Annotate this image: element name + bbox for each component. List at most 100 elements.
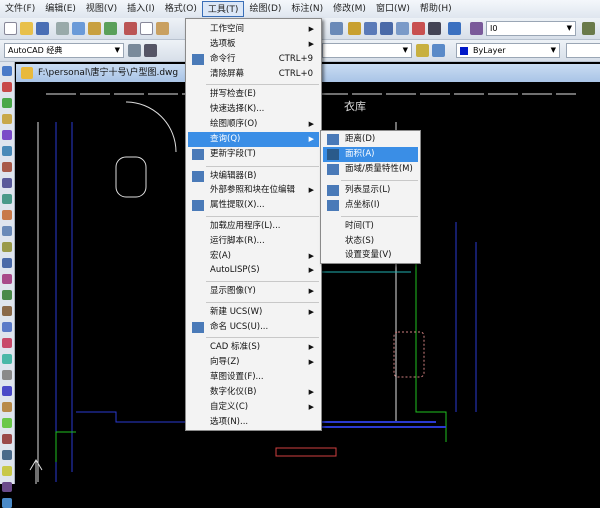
- workspace-save-icon[interactable]: [144, 44, 157, 57]
- draw-tool-icon[interactable]: [2, 466, 12, 476]
- draw-tool-icon[interactable]: [2, 178, 12, 188]
- menu-8[interactable]: 修改(M): [328, 1, 371, 17]
- menu-item[interactable]: 运行脚本(R)...: [188, 234, 319, 249]
- menu-item[interactable]: 新建 UCS(W) ▶: [188, 305, 319, 320]
- tool-palettes-icon[interactable]: [380, 22, 393, 35]
- paste-icon[interactable]: [156, 22, 169, 35]
- draw-tool-icon[interactable]: [2, 258, 12, 268]
- draw-tool-icon[interactable]: [2, 210, 12, 220]
- layer-select[interactable]: ▼: [322, 43, 412, 58]
- menu-6[interactable]: 绘图(D): [244, 1, 286, 17]
- draw-tool-icon[interactable]: [2, 322, 12, 332]
- menu-item[interactable]: 清除屏幕 CTRL+0: [188, 67, 319, 82]
- menu-2[interactable]: 视图(V): [81, 1, 122, 17]
- draw-tool-icon[interactable]: [2, 450, 12, 460]
- menu-10[interactable]: 帮助(H): [415, 1, 457, 17]
- menu-item[interactable]: 自定义(C) ▶: [188, 400, 319, 415]
- sheet-set-icon[interactable]: [396, 22, 409, 35]
- color-select[interactable]: ByLayer ▼: [456, 43, 560, 58]
- draw-tool-icon[interactable]: [2, 66, 12, 76]
- menu-item-label: 清除屏幕: [210, 69, 245, 79]
- menu-item[interactable]: 草图设置(F)...: [188, 370, 319, 385]
- layer-previous-icon[interactable]: [432, 44, 445, 57]
- menu-item[interactable]: 列表显示(L): [323, 183, 418, 198]
- properties-icon[interactable]: [348, 22, 361, 35]
- menu-item[interactable]: 选项(N)...: [188, 415, 319, 430]
- draw-tool-icon[interactable]: [2, 98, 12, 108]
- publish-icon[interactable]: [88, 22, 101, 35]
- menu-item[interactable]: 快速选择(K)...: [188, 102, 319, 117]
- draw-tool-icon[interactable]: [2, 130, 12, 140]
- help-icon[interactable]: [448, 22, 461, 35]
- draw-tool-icon[interactable]: [2, 82, 12, 92]
- menu-item[interactable]: 工作空间 ▶: [188, 22, 319, 37]
- print-icon[interactable]: [56, 22, 69, 35]
- menu-item[interactable]: 拼写检查(E): [188, 87, 319, 102]
- preview-icon[interactable]: [72, 22, 85, 35]
- draw-tool-icon[interactable]: [2, 242, 12, 252]
- menu-9[interactable]: 窗口(W): [371, 1, 415, 17]
- menu-item[interactable]: 距离(D): [323, 132, 418, 147]
- draw-tool-icon[interactable]: [2, 194, 12, 204]
- draw-tool-icon[interactable]: [2, 306, 12, 316]
- draw-tool-icon[interactable]: [2, 354, 12, 364]
- menu-item[interactable]: 时间(T): [323, 219, 418, 234]
- draw-tool-icon[interactable]: [2, 162, 12, 172]
- save-icon[interactable]: [36, 22, 49, 35]
- workspace-settings-icon[interactable]: [128, 44, 141, 57]
- copy-icon[interactable]: [140, 22, 153, 35]
- linetype-select[interactable]: [566, 43, 600, 58]
- menu-item[interactable]: 绘图顺序(O) ▶: [188, 117, 319, 132]
- menu-item[interactable]: 设置变量(V): [323, 248, 418, 263]
- markup-icon[interactable]: [412, 22, 425, 35]
- text-style-select[interactable]: I0 ▼: [486, 21, 576, 36]
- draw-tool-icon[interactable]: [2, 226, 12, 236]
- new-file-icon[interactable]: [4, 22, 17, 35]
- menu-item[interactable]: 显示图像(Y) ▶: [188, 284, 319, 299]
- menu-1[interactable]: 编辑(E): [40, 1, 81, 17]
- menu-item[interactable]: 属性提取(X)...: [188, 198, 319, 213]
- menu-item[interactable]: 命令行 CTRL+9: [188, 52, 319, 67]
- menu-item[interactable]: 点坐标(I): [323, 198, 418, 213]
- layer-make-current-icon[interactable]: [416, 44, 429, 57]
- menu-item[interactable]: 块编辑器(B): [188, 169, 319, 184]
- menu-4[interactable]: 格式(O): [160, 1, 202, 17]
- menu-item[interactable]: AutoLISP(S) ▶: [188, 263, 319, 278]
- menu-item[interactable]: 状态(S): [323, 234, 418, 249]
- menu-item[interactable]: 面域/质量特性(M): [323, 162, 418, 177]
- menu-item[interactable]: 选项板 ▶: [188, 37, 319, 52]
- menu-item-label: 快速选择(K)...: [210, 104, 265, 114]
- menu-item[interactable]: 向导(Z) ▶: [188, 355, 319, 370]
- menu-item[interactable]: 查询(Q) ▶: [188, 132, 319, 147]
- plot-icon[interactable]: [104, 22, 117, 35]
- menu-item[interactable]: 宏(A) ▶: [188, 249, 319, 264]
- menu-item[interactable]: CAD 标准(S) ▶: [188, 340, 319, 355]
- menu-item[interactable]: 加载应用程序(L)...: [188, 219, 319, 234]
- menu-item[interactable]: 外部参照和块在位编辑 ▶: [188, 183, 319, 198]
- draw-tool-icon[interactable]: [2, 370, 12, 380]
- draw-tool-icon[interactable]: [2, 434, 12, 444]
- menu-item[interactable]: 面积(A): [323, 147, 418, 162]
- design-center-icon[interactable]: [364, 22, 377, 35]
- draw-tool-icon[interactable]: [2, 402, 12, 412]
- draw-tool-icon[interactable]: [2, 114, 12, 124]
- menu-5[interactable]: 工具(T): [201, 1, 245, 17]
- draw-tool-icon[interactable]: [2, 290, 12, 300]
- workspace-select[interactable]: AutoCAD 经典 ▼: [4, 43, 124, 58]
- menu-0[interactable]: 文件(F): [0, 1, 40, 17]
- menu-item[interactable]: 数字化仪(B) ▶: [188, 385, 319, 400]
- draw-tool-icon[interactable]: [2, 418, 12, 428]
- draw-tool-icon[interactable]: [2, 498, 12, 508]
- draw-tool-icon[interactable]: [2, 338, 12, 348]
- menu-item[interactable]: 更新字段(T): [188, 147, 319, 162]
- menu-7[interactable]: 标注(N): [286, 1, 328, 17]
- calculator-icon[interactable]: [428, 22, 441, 35]
- open-file-icon[interactable]: [20, 22, 33, 35]
- menu-item[interactable]: 命名 UCS(U)...: [188, 320, 319, 335]
- cut-icon[interactable]: [124, 22, 137, 35]
- pan-icon[interactable]: [330, 22, 343, 35]
- draw-tool-icon[interactable]: [2, 274, 12, 284]
- menu-3[interactable]: 插入(I): [122, 1, 160, 17]
- draw-tool-icon[interactable]: [2, 146, 12, 156]
- draw-tool-icon[interactable]: [2, 386, 12, 396]
